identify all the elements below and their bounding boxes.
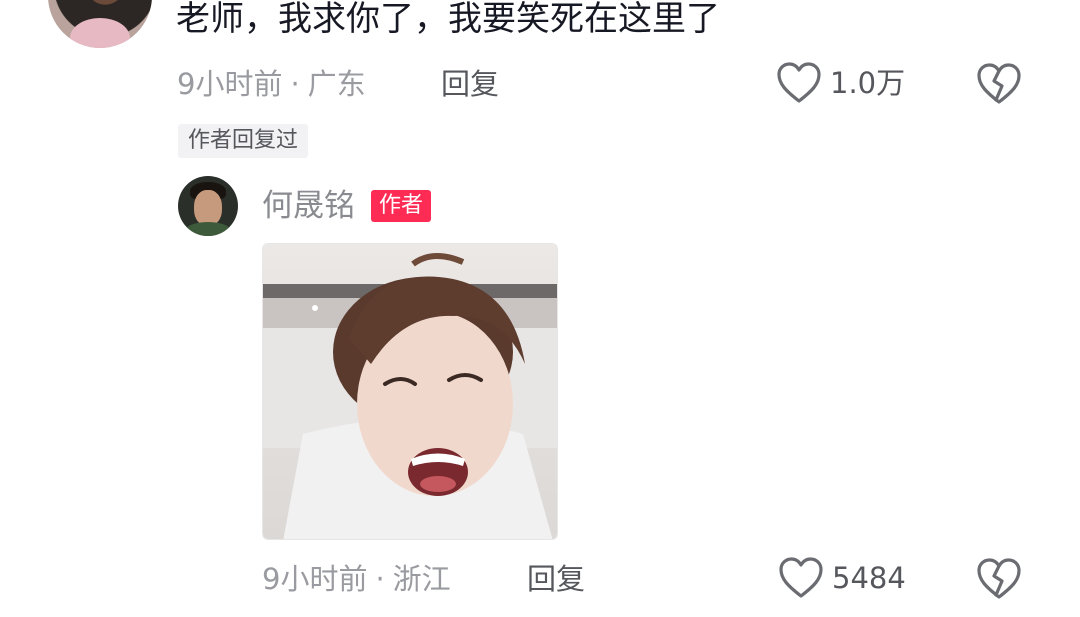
reply-time: 9小时前 — [262, 562, 368, 596]
broken-heart-icon — [977, 558, 1021, 599]
meta-separator: · — [290, 67, 300, 101]
broken-heart-icon — [977, 63, 1021, 104]
heart-outline-icon — [777, 62, 821, 103]
reply-reply-button[interactable]: 回复 — [527, 559, 585, 599]
reply-location: 浙江 — [392, 562, 451, 596]
avatar-collar — [184, 222, 232, 236]
avatar-face — [194, 190, 222, 226]
comment-text: 老师，我求你了，我要笑死在这里了 — [176, 0, 720, 39]
author-avatar[interactable] — [178, 176, 238, 236]
author-replied-tag[interactable]: 作者回复过 — [178, 124, 309, 158]
comment-like-button[interactable]: 1.0万 — [776, 61, 905, 105]
comment-reply-button[interactable]: 回复 — [441, 64, 499, 104]
author-name[interactable]: 何晟铭 — [262, 186, 355, 226]
reply-like-button[interactable]: 5484 — [778, 556, 906, 600]
comment-dislike-button[interactable] — [976, 62, 1022, 110]
reply-like-count: 5484 — [832, 561, 906, 595]
meta-separator: · — [375, 562, 385, 596]
heart-outline-icon — [779, 557, 823, 598]
commenter-avatar[interactable] — [48, 0, 152, 48]
comment-like-count: 1.0万 — [830, 66, 906, 100]
comment-time: 9小时前 — [177, 67, 283, 101]
comment-meta: 9小时前 · 广东 — [177, 64, 366, 104]
reply-meta: 9小时前 · 浙江 — [262, 559, 451, 599]
reply-dislike-button[interactable] — [976, 557, 1022, 605]
author-badge: 作者 — [371, 190, 432, 222]
comment-location: 广东 — [307, 67, 366, 101]
reply-meme-image[interactable] — [262, 243, 558, 540]
meme-image-content — [263, 244, 557, 539]
avatar-clothing — [70, 18, 130, 48]
